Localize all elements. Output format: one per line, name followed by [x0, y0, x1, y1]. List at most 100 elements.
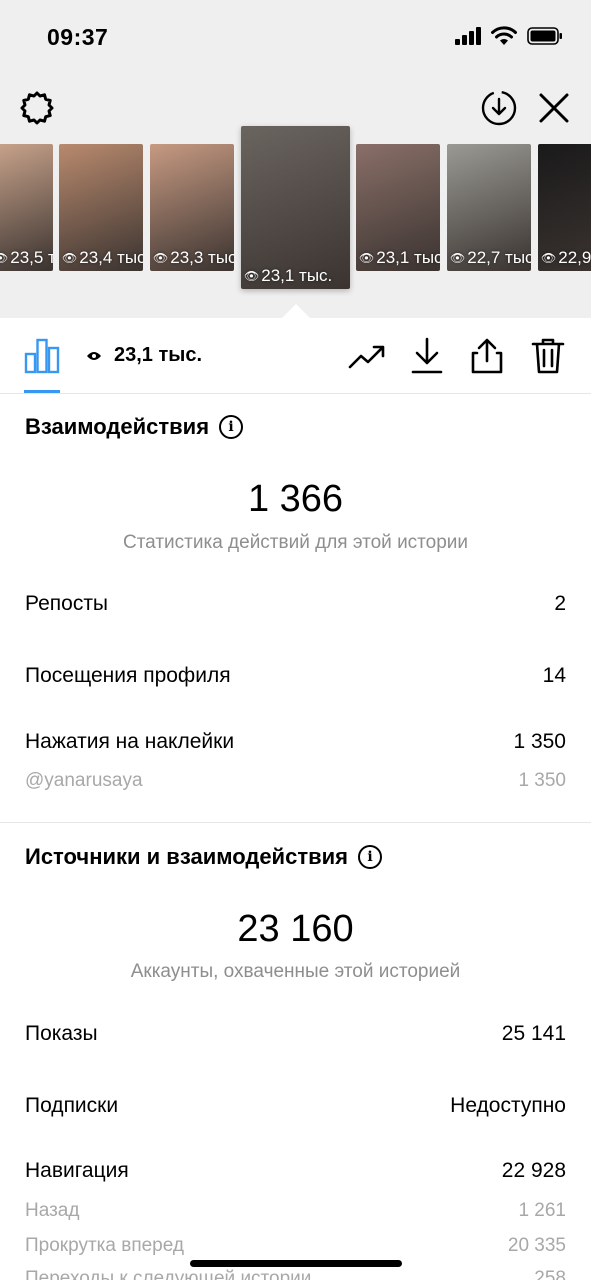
- insights-panel: 23,1 тыс. Взаимодействия i 1 366 Статист…: [0, 318, 591, 1280]
- info-icon[interactable]: i: [357, 845, 382, 869]
- story-thumbnail[interactable]: 👁23,3 тыс.: [150, 144, 234, 271]
- metric-value: 258: [534, 1268, 566, 1280]
- close-button[interactable]: [534, 88, 574, 128]
- download-icon: [411, 337, 443, 374]
- metric-label: Навигация: [25, 1159, 129, 1182]
- metric-subrow-forward: Прокрутка вперед 20 335: [25, 1235, 566, 1257]
- eye-icon: 👁: [359, 251, 375, 265]
- metric-label: Репосты: [25, 592, 109, 615]
- cellular-signal-icon: [455, 26, 481, 45]
- trash-icon: [531, 338, 565, 374]
- metric-label: Показы: [25, 1022, 98, 1045]
- thumbnail-views-count: 23,1 тыс.: [261, 266, 333, 285]
- interactions-total: 1 366: [247, 478, 344, 520]
- insights-tab[interactable]: [22, 336, 62, 376]
- metric-row-impressions: Показы 25 141: [25, 1022, 566, 1046]
- thumbnail-views-label: 👁 22,9: [541, 248, 591, 268]
- eye-icon: 👁: [244, 269, 260, 283]
- metric-row-follows: Подписки Недоступно: [25, 1094, 566, 1118]
- eye-icon: [87, 351, 101, 360]
- discovery-total: 23 160: [237, 908, 354, 950]
- eye-icon: 👁: [62, 251, 78, 265]
- metric-subrow-mention-sticker: @yanarusaya 1 350: [25, 770, 566, 792]
- thumbnail-views-count: 23,3 тыс.: [170, 248, 234, 267]
- thumbnail-views-count: 23,5 тыс.: [10, 248, 53, 267]
- story-thumbnail[interactable]: 👁 22,9: [538, 144, 591, 271]
- gear-icon: [20, 91, 54, 125]
- download-button[interactable]: [407, 336, 447, 376]
- insights-tab-bar: 23,1 тыс.: [0, 318, 591, 394]
- trending-up-icon: [348, 345, 385, 369]
- active-tab-underline: [24, 390, 60, 393]
- wifi-icon: [491, 26, 517, 45]
- save-story-button[interactable]: [479, 88, 519, 128]
- metric-subrow-next-story: Переходы к следующей истории 258: [25, 1268, 566, 1280]
- metric-label: Переходы к следующей истории: [25, 1268, 312, 1280]
- metric-label: Нажатия на наклейки: [25, 730, 235, 753]
- eye-icon: 👁: [450, 251, 466, 265]
- metric-label: Подписки: [25, 1094, 119, 1117]
- metric-label: Назад: [25, 1200, 80, 1221]
- top-area: 09:37 👁 23,5 т 👁 23,4 тыс 👁 23,3 тыс 👁 2…: [0, 0, 591, 318]
- metric-row-sticker-taps: Нажатия на наклейки 1 350: [25, 730, 566, 754]
- thumbnail-views-count: 23,4 тыс.: [79, 248, 143, 267]
- download-circle-icon: [481, 90, 517, 126]
- metric-row-reposts: Репосты 2: [25, 592, 566, 616]
- thumbnail-views-count: 23,1 тыс.: [376, 248, 440, 267]
- story-thumbnail[interactable]: 👁23,1 тыс.: [356, 144, 440, 271]
- interactions-section-title: Взаимодействия i: [25, 414, 244, 440]
- thumbnail-views-label: 👁22,7 тыс.: [450, 248, 531, 268]
- settings-button[interactable]: [17, 88, 57, 128]
- metric-label: @yanarusaya: [25, 770, 143, 791]
- metric-value: 25 141: [501, 1022, 566, 1045]
- status-time: 09:37: [47, 24, 109, 50]
- metric-subrow-back: Назад 1 261: [25, 1200, 566, 1222]
- story-thumbnail[interactable]: 👁22,7 тыс.: [447, 144, 531, 271]
- status-icons: [455, 26, 563, 45]
- metric-value: 1 261: [518, 1200, 566, 1221]
- delete-button[interactable]: [528, 336, 568, 376]
- share-button[interactable]: [467, 336, 507, 376]
- status-bar: 09:37: [0, 0, 591, 72]
- metric-value: 20 335: [507, 1235, 566, 1256]
- thumbnail-views-label: 👁23,4 тыс.: [62, 248, 143, 268]
- metric-row-navigation: Навигация 22 928: [25, 1159, 566, 1183]
- story-views-count: 23,1 тыс.: [114, 344, 203, 366]
- metric-value: 2: [554, 592, 566, 615]
- discovery-caption: Аккаунты, охваченные этой историей: [130, 961, 461, 982]
- bar-chart-icon: [24, 338, 60, 374]
- home-indicator[interactable]: [190, 1260, 402, 1267]
- discovery-title: Источники и взаимодействия: [25, 844, 348, 869]
- story-views: 23,1 тыс.: [86, 344, 202, 367]
- metric-value: 1 350: [518, 770, 566, 791]
- thumbnail-views-label: 👁23,5 тыс.: [0, 248, 53, 268]
- share-icon: [471, 338, 503, 374]
- close-icon: [539, 93, 569, 123]
- metric-label: Прокрутка вперед: [25, 1235, 184, 1256]
- discovery-section-title: Источники и взаимодействия i: [25, 844, 382, 870]
- promote-button[interactable]: [347, 336, 387, 376]
- thumbnail-views-count: 22,9: [558, 248, 591, 267]
- metric-value: 22 928: [501, 1159, 566, 1182]
- section-divider: [0, 822, 591, 823]
- thumbnail-views-label: 👁23,1 тыс.: [359, 248, 440, 268]
- eye-icon: 👁: [0, 251, 9, 265]
- story-thumbnail[interactable]: 👁23,5 тыс.: [0, 144, 53, 271]
- metric-row-profile-visits: Посещения профиля 14: [25, 664, 566, 688]
- metric-value: 14: [542, 664, 566, 687]
- thumbnail-views-label: 👁23,3 тыс.: [153, 248, 234, 268]
- interactions-title: Взаимодействия: [25, 414, 210, 439]
- thumbnail-views-label: 👁23,1 тыс.: [244, 266, 332, 286]
- thumbnail-views-count: 22,7 тыс.: [467, 248, 531, 267]
- eye-icon: 👁: [541, 251, 557, 265]
- battery-icon: [527, 26, 562, 45]
- interactions-caption: Статистика действий для этой истории: [122, 532, 469, 553]
- story-thumbnail-selected[interactable]: 👁 23,1 тыс.: [241, 126, 350, 289]
- metric-value: Недоступно: [450, 1094, 566, 1117]
- eye-icon: 👁: [153, 251, 169, 265]
- info-icon[interactable]: i: [219, 415, 244, 439]
- story-thumbnail[interactable]: 👁23,4 тыс.: [59, 144, 143, 271]
- story-thumbnail-strip: 👁23,5 тыс.👁23,4 тыс.👁23,3 тыс.👁23,1 тыс.…: [0, 126, 591, 294]
- selected-story-pointer: [282, 304, 310, 318]
- metric-value: 1 350: [513, 730, 566, 753]
